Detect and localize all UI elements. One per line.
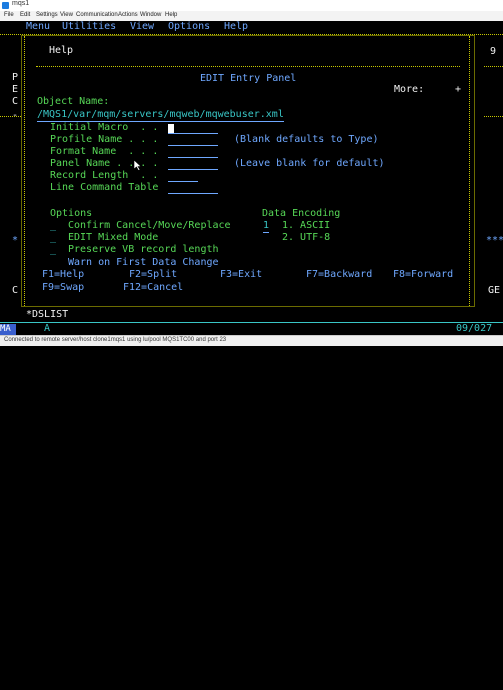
format-name-label: Format Name . . . — [50, 146, 159, 157]
option-edit-mixed-mode: EDIT Mixed Mode — [68, 232, 159, 243]
fkey-f12-cancel[interactable]: F12=Cancel — [123, 282, 183, 294]
panel-help-label[interactable]: Help — [49, 45, 73, 57]
panel-name-input[interactable] — [168, 158, 218, 170]
window-title: mqs1 — [12, 0, 30, 7]
fkey-f7-backward[interactable]: F7=Backward — [306, 269, 372, 281]
right-separator — [484, 66, 503, 67]
menu-communication[interactable]: Communication — [76, 12, 118, 18]
line-command-table-label: Line Command Table — [50, 182, 159, 193]
line-command-table-input[interactable] — [168, 182, 218, 194]
command-line-text[interactable]: *DSLIST — [26, 309, 68, 321]
menu-edit[interactable]: Edit — [20, 12, 30, 18]
profile-name-label: Profile Name . . . — [50, 134, 159, 145]
menu-settings[interactable]: Settings — [36, 12, 58, 18]
panel-right-border — [469, 36, 470, 306]
ispf-menu-utilities[interactable]: Utilities — [62, 21, 116, 33]
object-name-field[interactable]: /MQS1/var/mqm/servers/mqweb/mqwebuser.xm… — [37, 109, 284, 122]
fkey-f2-split[interactable]: F2=Split — [129, 269, 177, 281]
ispf-menu-options[interactable]: Options — [168, 21, 210, 33]
left-letter: * — [12, 235, 19, 246]
encoding-selection-input[interactable]: 1 — [263, 220, 270, 233]
menu-file[interactable]: File — [4, 12, 14, 18]
terminal-screen[interactable]: Menu Utilities View Options Help P E C -… — [0, 21, 503, 336]
fkey-f3-exit[interactable]: F3=Exit — [220, 269, 262, 281]
left-separator — [0, 116, 21, 117]
warn-on-first-change: Warn on First Data Change — [68, 257, 219, 268]
app-icon — [2, 2, 9, 9]
ispf-menu-menu[interactable]: Menu — [26, 21, 50, 33]
menu-window[interactable]: Window — [140, 12, 161, 18]
edit-entry-panel: Help EDIT Entry Panel More: + Object Nam… — [21, 35, 475, 307]
fkey-f8-forward[interactable]: F8=Forward — [393, 269, 453, 281]
option-checkbox[interactable]: _ — [50, 220, 56, 232]
fkey-f9-swap[interactable]: F9=Swap — [42, 282, 84, 294]
option-checkbox[interactable]: _ — [50, 244, 56, 256]
profile-name-input[interactable] — [168, 134, 218, 146]
right-letter: 9 — [490, 46, 497, 57]
fkey-f1-help[interactable]: F1=Help — [42, 269, 84, 281]
window-status-bar: Connected to remote server/host clone1mq… — [0, 335, 503, 346]
encoding-utf8: 2. UTF-8 — [282, 232, 331, 243]
ispf-menu-help[interactable]: Help — [224, 21, 248, 33]
window-title-bar: mqs1 — [0, 0, 503, 11]
initial-macro-input[interactable] — [168, 122, 218, 134]
right-separator — [484, 116, 503, 117]
text-cursor — [168, 124, 174, 133]
left-letter: C — [12, 96, 19, 107]
record-length-label: Record Length . . — [50, 170, 159, 181]
record-length-input[interactable] — [168, 170, 198, 182]
more-label: More: — [394, 84, 425, 95]
oia-mode: A — [44, 323, 51, 334]
menu-view[interactable]: View — [60, 12, 73, 18]
menu-actions[interactable]: Actions — [118, 12, 138, 18]
operator-info-area: MA A 09/027 — [0, 322, 503, 336]
panel-name-hint: (Leave blank for default) — [234, 158, 385, 169]
encoding-ascii: 1. ASCII — [282, 220, 331, 231]
panel-title: EDIT Entry Panel — [200, 73, 297, 84]
left-letter: P — [12, 72, 19, 83]
data-encoding-label: Data Encoding — [262, 208, 341, 219]
ispf-menu-view[interactable]: View — [130, 21, 154, 33]
object-name-label: Object Name: — [37, 96, 110, 107]
panel-left-border — [24, 36, 25, 306]
left-letter: E — [12, 84, 19, 95]
panel-help-separator — [36, 66, 460, 67]
right-stars: *** — [486, 235, 503, 246]
more-indicator: + — [455, 84, 462, 95]
initial-macro-label: Initial Macro . . — [50, 122, 159, 133]
oia-indicator: MA — [0, 324, 16, 335]
menu-help[interactable]: Help — [165, 12, 177, 18]
options-label: Options — [50, 208, 93, 219]
left-letter: C — [12, 285, 19, 296]
option-confirm-cancel: Confirm Cancel/Move/Replace — [68, 220, 231, 231]
option-checkbox[interactable]: _ — [50, 232, 56, 244]
cursor-position: 09/027 — [456, 323, 493, 334]
profile-name-hint: (Blank defaults to Type) — [234, 134, 379, 145]
right-letter: GE — [488, 285, 501, 296]
connection-status: Connected to remote server/host clone1mq… — [4, 337, 227, 343]
panel-name-label: Panel Name . . . . — [50, 158, 159, 169]
option-preserve-vb: Preserve VB record length — [68, 244, 219, 255]
format-name-input[interactable] — [168, 146, 218, 158]
